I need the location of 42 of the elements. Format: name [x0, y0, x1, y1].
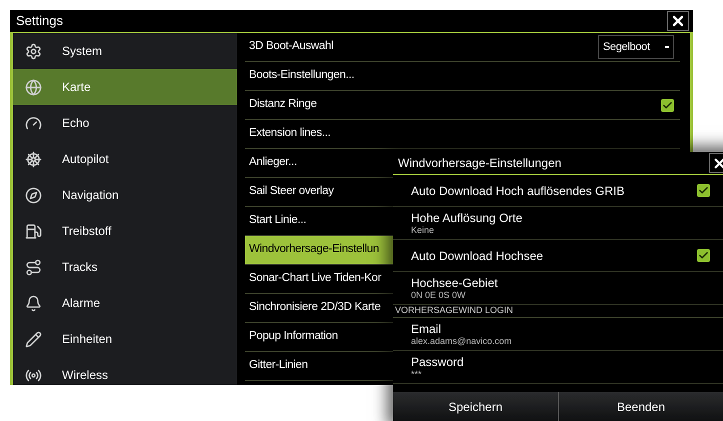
- dialog-row[interactable]: Email alex.adams@navico.com: [393, 318, 723, 351]
- dialog-row[interactable]: Password ***: [393, 351, 723, 384]
- close-icon: [670, 13, 686, 29]
- sidebar-item[interactable]: Treibstoff: [13, 213, 237, 249]
- bell-icon: [25, 294, 42, 312]
- dialog-button[interactable]: Beenden: [558, 392, 723, 421]
- settings-row[interactable]: Extension lines...: [245, 120, 680, 149]
- checkbox[interactable]: [697, 184, 710, 197]
- close-icon: [712, 156, 723, 170]
- pencil-icon: [25, 330, 42, 348]
- dialog-button[interactable]: Speichern: [393, 392, 558, 421]
- dialog-row[interactable]: Hohe Auflösung Orte Keine: [393, 207, 723, 240]
- globe-icon: [25, 78, 42, 96]
- compass-icon: [25, 186, 42, 204]
- wheel-icon: [25, 150, 42, 168]
- sidebar-item[interactable]: System: [13, 33, 237, 69]
- sidebar-item[interactable]: Navigation: [13, 177, 237, 213]
- settings-row[interactable]: 3D Boot-Auswahl Segelboot: [245, 33, 680, 62]
- checkbox[interactable]: [661, 98, 674, 112]
- settings-row[interactable]: Distanz Ringe: [245, 91, 680, 120]
- gauge-icon: [25, 114, 42, 132]
- settings-row[interactable]: Boots-Einstellungen...: [245, 62, 680, 91]
- sidebar-item[interactable]: Alarme: [13, 285, 237, 321]
- sidebar-item[interactable]: Wireless: [13, 357, 237, 385]
- track-line-icon: [25, 258, 42, 276]
- checkbox[interactable]: [697, 249, 710, 262]
- sidebar-item[interactable]: Einheiten: [13, 321, 237, 357]
- gear-icon: [25, 42, 42, 60]
- dialog-row[interactable]: Auto Download Hochsee: [393, 240, 723, 272]
- sidebar-item[interactable]: Echo: [13, 105, 237, 141]
- fuel-pump-icon: [25, 222, 42, 240]
- dialog-row[interactable]: Auto Download Hoch auflösendes GRIB: [393, 175, 723, 207]
- close-button[interactable]: [709, 153, 723, 173]
- dialog-title: Windvorhersage-Einstellungen: [398, 155, 562, 172]
- sidebar-item[interactable]: Tracks: [13, 249, 237, 285]
- close-button[interactable]: [667, 11, 689, 31]
- section-header: VORHERSAGEWIND LOGIN: [393, 305, 723, 318]
- boat-dropdown[interactable]: Segelboot: [598, 35, 674, 59]
- sidebar-item[interactable]: Autopilot: [13, 141, 237, 177]
- dialog-row[interactable]: Hochsee-Gebiet 0N 0E 0S 0W: [393, 272, 723, 305]
- window-title: Settings: [16, 12, 63, 30]
- sidebar-item[interactable]: Karte: [13, 69, 237, 105]
